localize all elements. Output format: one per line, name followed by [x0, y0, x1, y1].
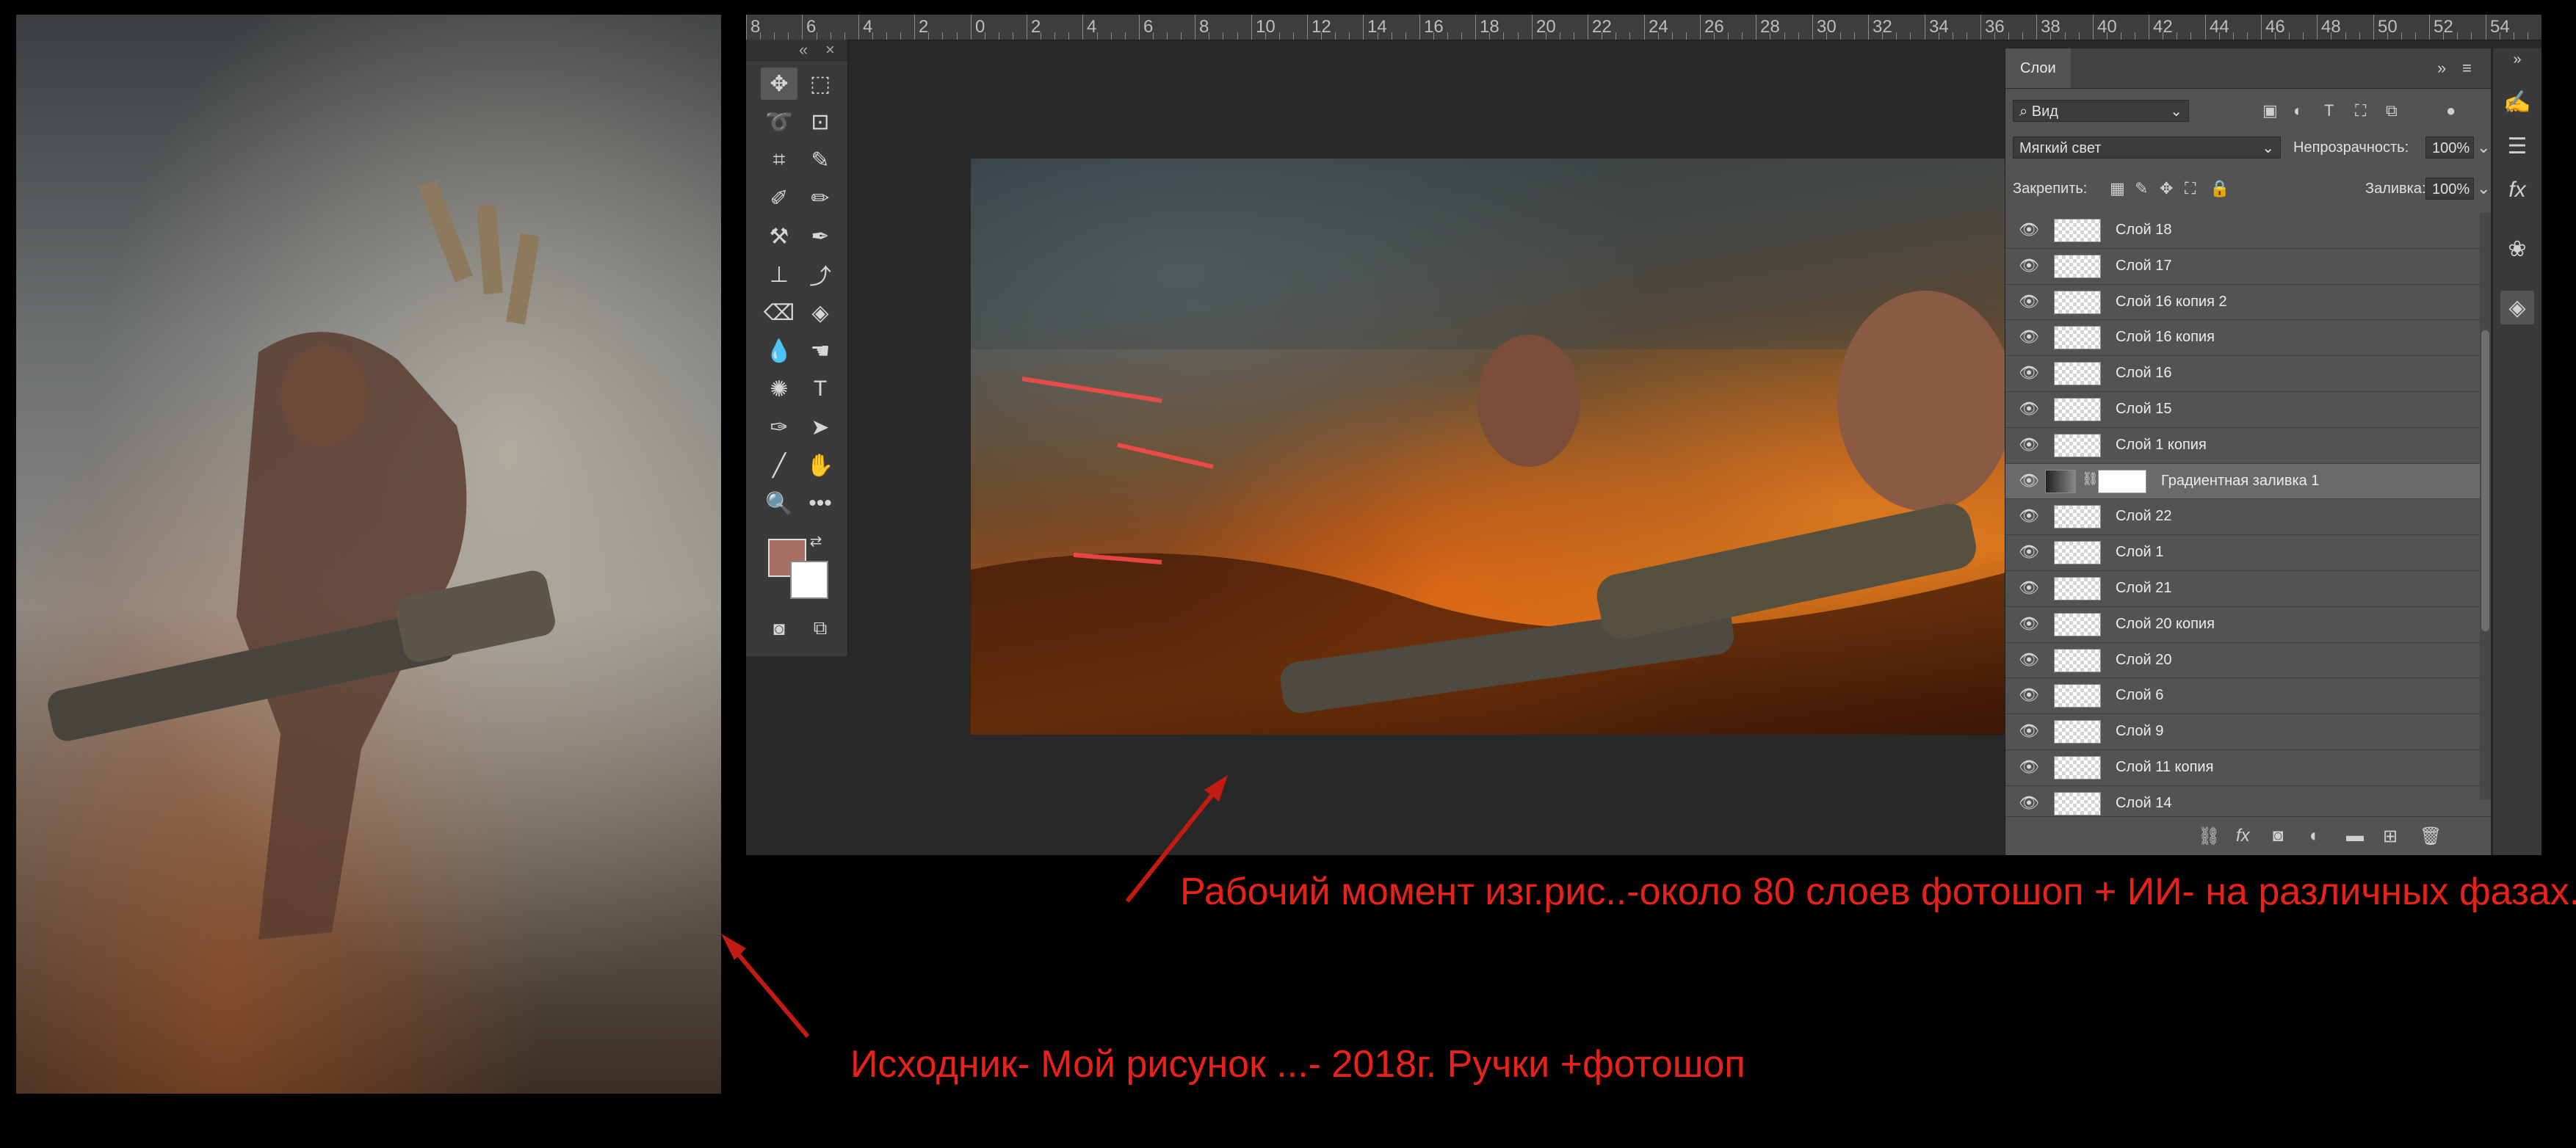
annotation-arrows: [721, 775, 1228, 1038]
annotation-working-moment: Рабочий момент изг.рис..-около 80 слоев …: [1180, 871, 2576, 913]
annotation-source: Исходник- Мой рисунок ...- 2018г. Ручки …: [850, 1043, 1745, 1086]
